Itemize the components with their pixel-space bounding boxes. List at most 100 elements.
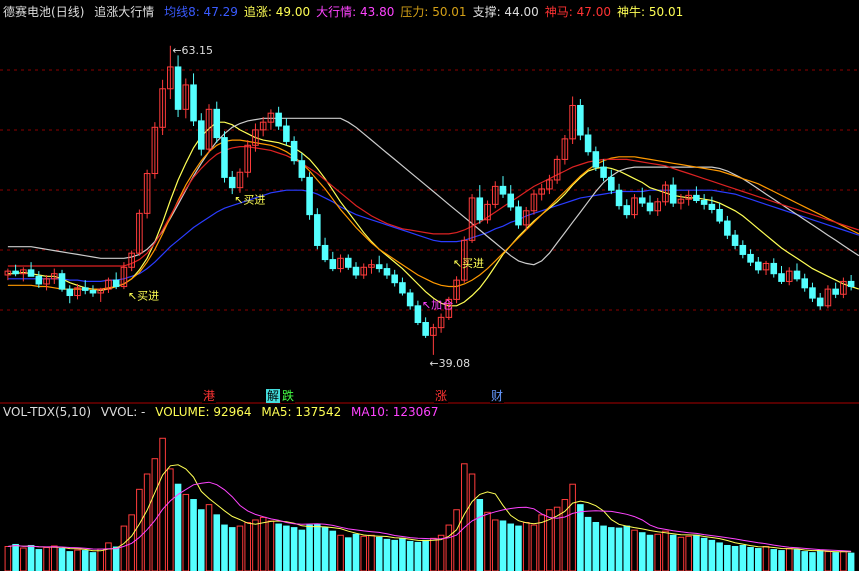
indicator-value-6: 神牛: 50.01 — [617, 5, 684, 19]
volume-bar — [66, 551, 74, 571]
volume-bar — [213, 514, 221, 571]
volume-bar — [35, 549, 43, 571]
volume-bar — [306, 524, 313, 571]
volume-bar — [167, 468, 174, 571]
volume-bar — [515, 525, 522, 571]
volume-bar — [584, 516, 592, 571]
volume-bar — [693, 534, 700, 571]
candle-body — [283, 125, 290, 142]
volume-header: VOL-TDX(5,10) VVOL: - VOLUME: 92964 MA5:… — [3, 405, 445, 419]
volume-bar — [383, 538, 391, 571]
candle-body — [816, 297, 824, 307]
candle-body — [801, 278, 808, 289]
high-price-label: ←63.15 — [172, 44, 213, 57]
volume-bar — [120, 525, 128, 571]
badge-hk[interactable]: 港 — [202, 389, 216, 403]
candle-body — [306, 176, 313, 216]
candle-body — [499, 185, 507, 195]
volume-bar — [522, 522, 530, 571]
candle-body — [228, 176, 236, 189]
volume-bar — [244, 522, 251, 571]
volume-bar — [197, 509, 205, 571]
candle-body — [693, 194, 700, 202]
volume-bar — [27, 544, 35, 571]
candle-body — [646, 202, 654, 212]
red-ma-line — [7, 146, 859, 267]
volume-bar — [321, 527, 329, 571]
candle-body — [731, 234, 739, 246]
volume-bar — [151, 458, 159, 571]
badge-unlock[interactable]: 解 — [266, 389, 280, 403]
volume-bar — [608, 527, 615, 571]
volume-bar — [12, 543, 19, 571]
volume-bar — [840, 550, 847, 571]
candle-body — [592, 151, 600, 168]
volume-bar — [89, 552, 97, 571]
badge-rise[interactable]: 涨 — [434, 389, 448, 403]
volume-bar — [847, 552, 855, 571]
volume-bar — [228, 527, 236, 571]
volume-bar — [368, 534, 375, 571]
candle-body — [623, 205, 631, 216]
candle-body — [190, 84, 197, 122]
volume-bar — [770, 549, 778, 571]
volume-bar — [816, 550, 824, 571]
candle-body — [197, 120, 205, 150]
candle-body — [747, 253, 754, 263]
volume-bar — [762, 545, 770, 571]
volume-bar — [507, 523, 515, 571]
vvol-label: VVOL: - — [100, 405, 146, 419]
volume-bar — [638, 532, 646, 571]
volume-bar — [561, 499, 569, 571]
volume-bar — [677, 536, 685, 571]
stock-name[interactable]: 德赛电池 — [3, 5, 51, 19]
indicator-name[interactable]: 追涨大行情 — [94, 5, 154, 19]
candle-body — [515, 206, 522, 226]
volume-indicator-name[interactable]: VOL-TDX(5,10) — [3, 405, 91, 419]
candle-body — [406, 292, 414, 307]
volume-bar — [360, 535, 368, 571]
badge-drop[interactable]: 跌 — [281, 389, 295, 403]
candle-body — [739, 244, 747, 255]
volume-bar — [190, 499, 197, 571]
candle-body — [422, 322, 429, 336]
indicator-value-5: 神马: 47.00 — [544, 5, 612, 19]
candle-body — [275, 112, 282, 127]
ma5-label: MA5: — [261, 405, 296, 419]
buy-signal-2: ↖买进 — [234, 194, 265, 207]
chart-canvas[interactable]: ←63.15 ←39.08 ↖买进 ↖买进 ↖买进 ↖加仓 — [0, 0, 859, 571]
volume-bar — [159, 437, 166, 571]
candle-body — [793, 270, 801, 280]
candle-body — [700, 200, 708, 205]
candle-body — [329, 259, 337, 270]
volume-bar — [437, 534, 445, 571]
volume-bar — [654, 533, 662, 571]
candle-body — [809, 287, 816, 299]
volume-bar — [4, 545, 12, 571]
volume-bar — [221, 524, 228, 571]
volume-bar — [143, 473, 151, 571]
volume-bar — [205, 504, 213, 571]
volume-bar — [592, 522, 600, 571]
volume-bar — [430, 537, 437, 571]
candle-body — [577, 104, 584, 136]
volume-bar — [422, 539, 429, 571]
volume-bar — [499, 520, 507, 571]
volume-bar — [731, 545, 739, 571]
volume-bar — [793, 549, 801, 571]
badge-finance[interactable]: 财 — [490, 389, 504, 403]
yellow-ma-line — [7, 121, 859, 307]
volume-bar — [406, 540, 414, 571]
volume-bar — [747, 547, 754, 571]
candle-body — [476, 197, 484, 221]
candle-body — [290, 140, 298, 162]
candle-body — [778, 273, 785, 282]
volume-bar — [58, 548, 66, 571]
volume-bar — [724, 544, 731, 571]
candle-body — [724, 220, 731, 236]
volume-bar — [352, 533, 360, 571]
volume-bar — [259, 516, 267, 571]
volume-bar — [298, 529, 306, 571]
candle-body — [174, 66, 182, 110]
candle-body — [847, 280, 855, 288]
